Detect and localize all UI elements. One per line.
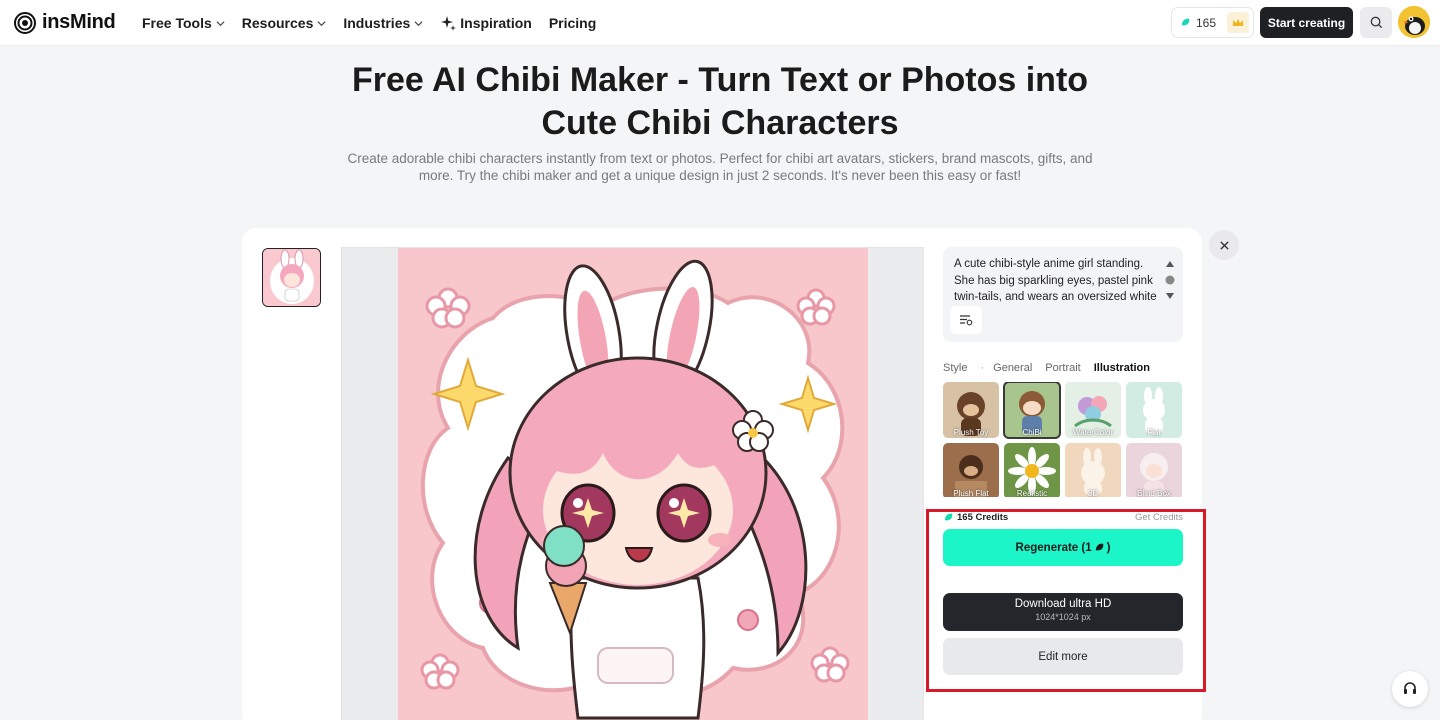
chevron-down-icon	[216, 20, 225, 26]
menu-free-tools[interactable]: Free Tools	[142, 15, 225, 31]
style-label: Realistic	[1016, 489, 1048, 497]
regenerate-tail: )	[1106, 541, 1111, 554]
menu-label: Free Tools	[142, 15, 212, 31]
download-size: 1024*1024 px	[1035, 612, 1091, 622]
style-3d[interactable]: 3D	[1065, 443, 1121, 497]
download-label: Download ultra HD	[1014, 598, 1112, 610]
prompt-scrollbar[interactable]	[1165, 258, 1175, 302]
credits-count: 165	[1196, 15, 1217, 30]
tab-separator: ·	[980, 362, 985, 374]
top-nav: insMind Free Tools Resources Industries …	[0, 0, 1440, 46]
style-label: Flat	[1147, 428, 1161, 437]
page-title: Free AI Chibi Maker - Turn Text or Photo…	[351, 61, 1089, 142]
regenerate-label: Regenerate (1	[1015, 541, 1092, 554]
search-button[interactable]	[1360, 7, 1392, 38]
thumbnail-image	[263, 249, 320, 306]
credit-gem-icon	[1181, 18, 1190, 26]
style-flat[interactable]: Flat	[1126, 382, 1182, 438]
image-canvas	[341, 247, 924, 720]
regenerate-button[interactable]: Regenerate (1 )	[943, 529, 1183, 566]
search-icon	[1370, 16, 1382, 29]
credit-gem-icon	[1095, 543, 1103, 551]
menu-inspiration[interactable]: Inspiration	[440, 15, 532, 31]
close-icon	[1219, 240, 1229, 250]
style-chibi[interactable]: ChiBi	[1003, 382, 1061, 439]
style-label: WaterColor	[1072, 428, 1114, 437]
style-grid: Plush Toy ChiBi WaterColor Flat Plush Fl…	[943, 382, 1183, 497]
close-button[interactable]	[1209, 230, 1239, 260]
headset-icon	[1404, 682, 1416, 694]
style-label: ChiBi	[1022, 428, 1042, 437]
tab-portrait[interactable]: Portrait	[1045, 362, 1080, 374]
generated-image[interactable]	[398, 248, 868, 720]
style-label: Blind Box	[1137, 489, 1171, 497]
menu-pricing[interactable]: Pricing	[549, 15, 596, 31]
crown-shape	[1233, 18, 1243, 26]
chibi-artwork	[398, 248, 868, 720]
style-label: 3D	[1087, 489, 1099, 497]
credits-pill[interactable]: 165	[1171, 7, 1254, 38]
tab-style[interactable]: Style	[943, 362, 967, 374]
edit-more-button[interactable]: Edit more	[943, 638, 1183, 675]
prompt-text[interactable]: A cute chibi-style anime girl standing. …	[954, 256, 1159, 308]
menu-label: Industries	[343, 15, 411, 31]
crown-icon[interactable]	[1227, 12, 1249, 33]
credits-balance: 165 Credits	[943, 512, 1008, 523]
menu-label: Inspiration	[460, 15, 532, 31]
user-avatar[interactable]	[1398, 6, 1430, 38]
style-realistic[interactable]: Realistic	[1004, 443, 1060, 497]
text-edit-icon	[960, 315, 973, 326]
insmind-logo-icon	[14, 11, 36, 34]
credit-gem-icon	[944, 513, 953, 521]
prompt-textarea[interactable]: A cute chibi-style anime girl standing. …	[943, 247, 1183, 342]
avatar-image	[1398, 6, 1430, 38]
style-plush-toy[interactable]: Plush Toy	[943, 382, 999, 438]
style-watercolor[interactable]: WaterColor	[1065, 382, 1121, 438]
menu-label: Resources	[241, 15, 314, 31]
brand-logo[interactable]: insMind	[14, 11, 116, 34]
style-tabs: Style · General Portrait Illustration	[943, 362, 1163, 374]
menu-label: Pricing	[548, 15, 597, 31]
style-blind-box[interactable]: Blind Box	[1126, 443, 1182, 497]
style-label: Plush Toy	[953, 428, 989, 437]
chevron-down-icon	[317, 20, 326, 26]
page-subtitle: Create adorable chibi characters instant…	[347, 151, 1093, 183]
tab-illustration[interactable]: Illustration	[1094, 362, 1150, 374]
chevron-down-icon	[414, 20, 423, 26]
style-label: Plush Flat	[953, 489, 989, 497]
prompt-tool-button[interactable]	[950, 306, 982, 334]
result-thumbnail[interactable]	[262, 248, 321, 307]
get-credits-link[interactable]: Get Credits	[1135, 512, 1183, 523]
credits-label: 165 Credits	[957, 512, 1009, 523]
download-button[interactable]: Download ultra HD 1024*1024 px	[943, 593, 1183, 631]
main-menu: Free Tools Resources Industries Inspirat…	[142, 0, 596, 46]
brand-name: insMind	[42, 11, 116, 33]
menu-resources[interactable]: Resources	[242, 15, 327, 31]
support-button[interactable]	[1392, 671, 1428, 707]
tab-general[interactable]: General	[993, 362, 1032, 374]
start-creating-button[interactable]: Start creating	[1260, 7, 1353, 38]
sparkle-icon	[441, 16, 457, 31]
style-plush-flat[interactable]: Plush Flat	[943, 443, 999, 497]
menu-industries[interactable]: Industries	[343, 15, 423, 31]
scroll-arrows-icon	[1165, 261, 1175, 299]
